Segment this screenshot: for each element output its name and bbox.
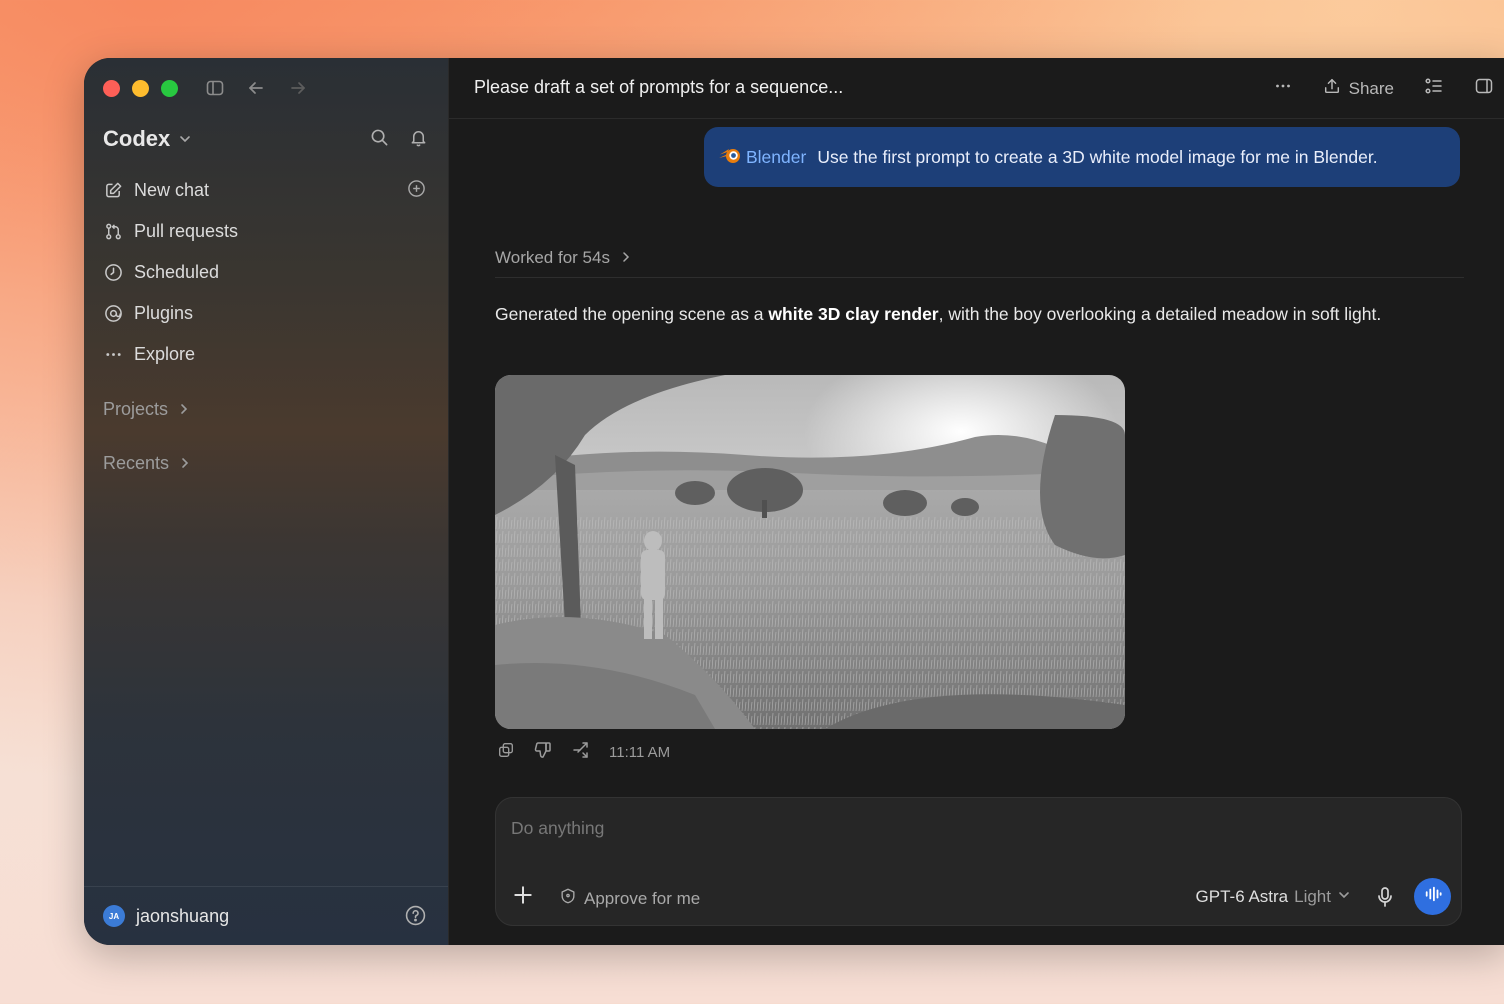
model-selector[interactable]: GPT-6 Astra Light: [1196, 887, 1351, 907]
model-mode: Light: [1294, 887, 1331, 906]
answer-text: Generated the opening scene as a: [495, 304, 769, 324]
forward-arrow-icon[interactable]: [288, 78, 308, 98]
maximize-window-button[interactable]: [161, 80, 178, 97]
branch-icon[interactable]: [571, 740, 591, 764]
clock-icon: [103, 263, 123, 283]
chevron-right-icon: [179, 453, 191, 474]
search-icon[interactable]: [370, 128, 389, 152]
page-title: Please draft a set of prompts for a sequ…: [474, 77, 844, 97]
user-message-bubble: Blender Use the first prompt to create a…: [704, 127, 1460, 187]
worked-for-label: Worked for 54s: [495, 248, 610, 267]
chevron-down-icon: [1337, 887, 1351, 907]
sidebar-nav: New chat Pull requests Scheduled Plugins…: [103, 170, 428, 375]
help-icon[interactable]: [405, 905, 426, 931]
share-button[interactable]: Share: [1323, 77, 1394, 100]
pull-request-icon: [103, 222, 123, 242]
voice-mode-button[interactable]: [1414, 878, 1451, 915]
sidebar-toggle-icon[interactable]: [205, 78, 225, 98]
microphone-icon[interactable]: [1375, 886, 1395, 913]
window-controls: [103, 80, 178, 97]
at-icon: [103, 304, 123, 324]
section-label: Recents: [103, 453, 170, 473]
close-window-button[interactable]: [103, 80, 120, 97]
edit-icon: [103, 181, 123, 201]
sidebar-item-explore[interactable]: Explore: [103, 334, 428, 375]
divider: [495, 277, 1464, 278]
app-tag-label: Blender: [746, 146, 807, 167]
projects-section-toggle[interactable]: Projects: [103, 399, 190, 420]
avatar[interactable]: JA: [103, 905, 125, 927]
chevron-right-icon: [620, 248, 632, 268]
copy-icon[interactable]: [497, 741, 515, 763]
sidebar-item-label: Pull requests: [134, 221, 239, 241]
approve-label: Approve for me: [584, 888, 701, 908]
sidebar-item-label: Scheduled: [134, 262, 220, 282]
back-arrow-icon[interactable]: [246, 78, 266, 98]
thumbs-down-icon[interactable]: [533, 740, 553, 764]
chevron-right-icon: [178, 399, 190, 420]
user-message-text: Use the first prompt to create a 3D whit…: [817, 146, 1378, 167]
plus-icon[interactable]: [512, 884, 534, 911]
bell-icon[interactable]: [409, 128, 428, 152]
answer-text: , with the boy overlooking a detailed me…: [938, 304, 1382, 324]
upload-icon: [1323, 77, 1341, 100]
list-view-icon[interactable]: [1424, 76, 1444, 101]
message-actions: 11:11 AM: [497, 740, 670, 764]
add-circle-icon[interactable]: [407, 179, 426, 203]
sidebar-item-new-chat[interactable]: New chat: [103, 170, 428, 211]
message-input[interactable]: Do anything: [511, 818, 604, 839]
message-timestamp: 11:11 AM: [609, 743, 671, 761]
worked-for-toggle[interactable]: Worked for 54s: [495, 248, 632, 268]
more-options-icon[interactable]: [1273, 76, 1293, 101]
minimize-window-button[interactable]: [132, 80, 149, 97]
workspace-switcher[interactable]: Codex: [103, 126, 192, 152]
sidebar-item-pull-requests[interactable]: Pull requests: [103, 211, 428, 252]
sidebar-item-label: Plugins: [134, 303, 194, 323]
share-label: Share: [1348, 78, 1394, 98]
sidebar-item-scheduled[interactable]: Scheduled: [103, 252, 428, 293]
sidebar-item-label: New chat: [134, 180, 210, 200]
composer: Do anything Approve for me GPT-6 Astra L…: [495, 797, 1462, 926]
sidebar-item-label: Explore: [134, 344, 196, 364]
app-mention-chip[interactable]: Blender: [718, 145, 806, 170]
username[interactable]: jaonshuang: [136, 906, 229, 927]
account-bar: JA jaonshuang: [84, 886, 448, 945]
chat-header: Please draft a set of prompts for a sequ…: [449, 58, 1504, 119]
answer-bold-text: white 3D clay render: [768, 304, 939, 324]
app-window: Codex New chat Pull requests Scheduled P…: [84, 58, 1504, 945]
model-name: GPT-6 Astra: [1195, 887, 1289, 906]
chevron-down-icon: [178, 126, 192, 152]
brand-name: Codex: [103, 126, 171, 151]
more-horizontal-icon: [103, 345, 123, 365]
sidebar: Codex New chat Pull requests Scheduled P…: [84, 58, 449, 945]
assistant-message-text: Generated the opening scene as a white 3…: [495, 300, 1435, 329]
generated-image[interactable]: [495, 375, 1125, 729]
recents-section-toggle[interactable]: Recents: [103, 453, 191, 474]
section-label: Projects: [103, 399, 169, 419]
chat-panel: Please draft a set of prompts for a sequ…: [449, 58, 1504, 945]
approve-for-me-button[interactable]: Approve for me: [559, 887, 700, 910]
shield-icon: [559, 887, 577, 910]
waveform-icon: [1424, 885, 1442, 908]
blender-logo-icon: [718, 145, 742, 170]
panel-toggle-icon[interactable]: [1474, 76, 1494, 101]
sidebar-item-plugins[interactable]: Plugins: [103, 293, 428, 334]
